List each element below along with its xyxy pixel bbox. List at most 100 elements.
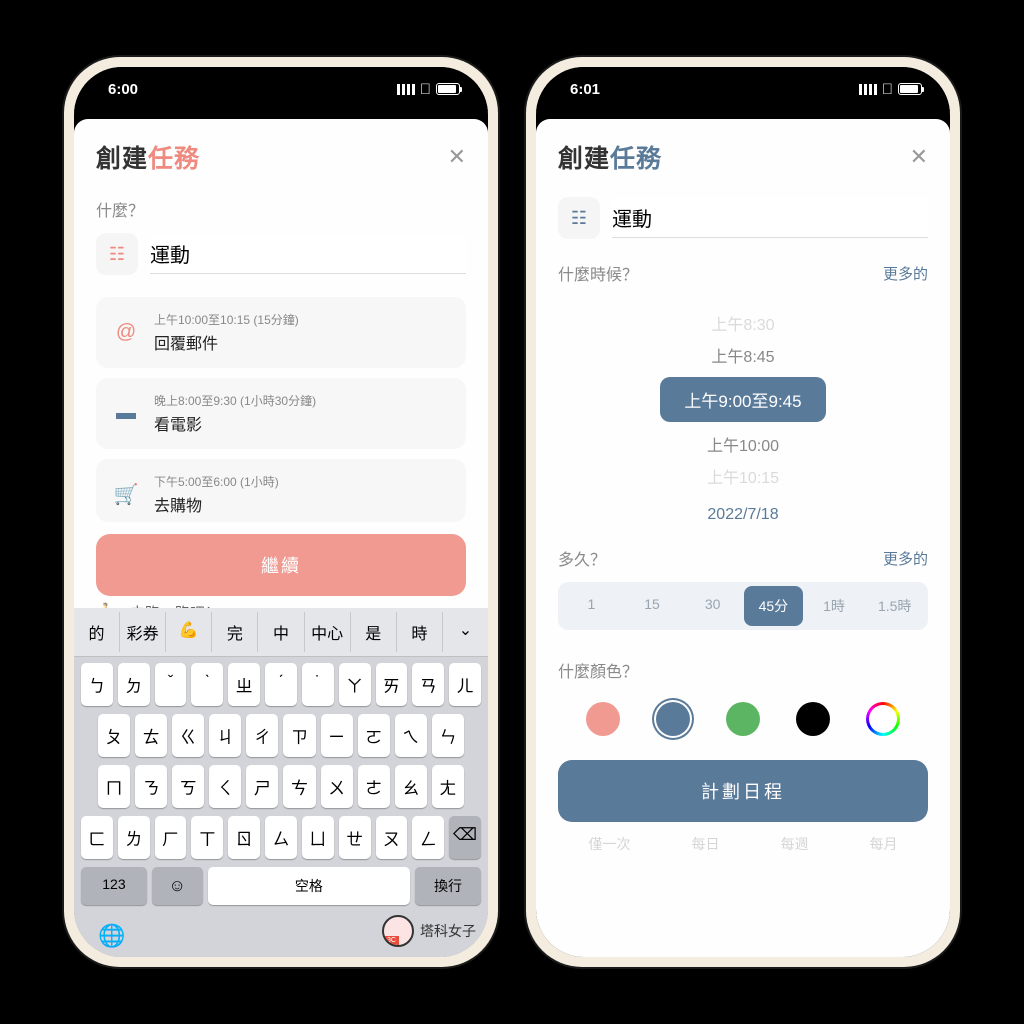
key-123[interactable]: 123 (81, 867, 147, 905)
key[interactable]: ㄌ (118, 816, 150, 859)
task-name-input[interactable] (612, 198, 928, 238)
key[interactable]: ㄚ (339, 663, 371, 706)
key[interactable]: ㄩ (302, 816, 334, 859)
suggestion-item[interactable]: @ 上午10:00至10:15 (15分鐘) 回覆郵件 (96, 297, 466, 368)
key[interactable]: ㄆ (98, 714, 130, 757)
space-key[interactable]: 空格 (208, 867, 411, 905)
signal-icon (859, 84, 877, 95)
continue-button[interactable]: 繼續 (96, 534, 466, 596)
key[interactable]: ㄧ (321, 714, 353, 757)
key[interactable]: ㄎ (172, 765, 204, 808)
key[interactable]: ㄟ (395, 714, 427, 757)
duration-option[interactable]: 1.5時 (865, 586, 924, 626)
kb-suggestion[interactable]: 是 (351, 612, 397, 652)
color-label: 什麼顏色？ (558, 658, 928, 682)
key[interactable]: ㄜ (358, 765, 390, 808)
close-icon[interactable]: ✕ (448, 144, 466, 170)
time-picker[interactable]: 上午8:30 上午8:45 上午9:00至9:45 上午10:00 上午10:1… (558, 297, 928, 528)
key[interactable]: ㄒ (191, 816, 223, 859)
backspace-icon[interactable]: ⌫ (449, 816, 481, 859)
schedule-button[interactable]: 計劃日程 (558, 760, 928, 822)
key[interactable]: ㄉ (118, 663, 150, 706)
key[interactable]: ˋ (191, 663, 223, 706)
task-icon-button[interactable]: ☷ (96, 233, 138, 275)
more-link[interactable]: 更多的 (883, 548, 928, 569)
keyboard[interactable]: 的 彩券 💪 完 中 中心 是 時 ⌄ ㄅ ㄉ ˇ ˋ ㄓ ˊ (74, 608, 488, 957)
color-option-pink[interactable] (586, 702, 620, 736)
duration-option[interactable]: 1 (562, 586, 621, 626)
key[interactable]: ㄇ (98, 765, 130, 808)
key[interactable]: ㄑ (209, 765, 241, 808)
duration-option[interactable]: 15 (623, 586, 682, 626)
color-option-black[interactable] (796, 702, 830, 736)
keyboard-suggestions: 的 彩券 💪 完 中 中心 是 時 ⌄ (74, 608, 488, 657)
date-label[interactable]: 2022/7/18 (558, 506, 928, 524)
duration-picker: 1 15 30 45分 1時 1.5時 (558, 582, 928, 630)
key[interactable]: ㄐ (209, 714, 241, 757)
page-title: 創建任務 (96, 139, 200, 175)
key[interactable]: ㄋ (135, 765, 167, 808)
key[interactable]: ㄍ (172, 714, 204, 757)
key[interactable]: ㄅ (81, 663, 113, 706)
kb-suggestion[interactable]: 時 (397, 612, 443, 652)
key[interactable]: ㄖ (228, 816, 260, 859)
key[interactable]: ˊ (265, 663, 297, 706)
globe-icon[interactable]: 🌐 (98, 923, 125, 949)
key[interactable]: ㄦ (449, 663, 481, 706)
recur-weekly[interactable]: 每週 (781, 834, 809, 854)
recur-once[interactable]: 僅一次 (589, 834, 631, 854)
key[interactable]: ㄞ (376, 663, 408, 706)
key[interactable]: ㄣ (432, 714, 464, 757)
key[interactable]: ㄛ (358, 714, 390, 757)
key[interactable]: ㄝ (339, 816, 371, 859)
key[interactable]: ㄏ (155, 816, 187, 859)
key[interactable]: ㄗ (283, 714, 315, 757)
key[interactable]: ㄤ (432, 765, 464, 808)
key[interactable]: ㄢ (412, 663, 444, 706)
color-option-blue[interactable] (656, 702, 690, 736)
status-icons: 􀙇 (859, 81, 922, 98)
suggestion-item[interactable]: 🛒 下午5:00至6:00 (1小時) 去購物 (96, 459, 466, 522)
kb-suggestion[interactable]: 完 (212, 612, 258, 652)
duration-option-selected[interactable]: 45分 (744, 586, 803, 626)
kb-suggestion[interactable]: 中心 (305, 612, 351, 652)
key[interactable]: ˙ (302, 663, 334, 706)
key[interactable]: ㄠ (395, 765, 427, 808)
return-key[interactable]: 換行 (415, 867, 481, 905)
key[interactable]: ㄥ (412, 816, 444, 859)
create-task-sheet: 創建任務 ✕ ☷ 什麼時候？ 更多的 上午8:30 上午8:45 上午9:00至… (536, 119, 950, 957)
key[interactable]: ㄓ (228, 663, 260, 706)
key[interactable]: ㄡ (376, 816, 408, 859)
key[interactable]: ㄔ (246, 714, 278, 757)
phone-left: 6:00 􀙇 創建任務 ✕ 什麼？ ☷ @ 上午10 (64, 57, 498, 967)
time-selected[interactable]: 上午9:00至9:45 (660, 377, 825, 422)
key[interactable]: ˇ (155, 663, 187, 706)
duration-option[interactable]: 1時 (805, 586, 864, 626)
key[interactable]: ㄙ (265, 816, 297, 859)
task-name-input[interactable] (150, 234, 466, 274)
kb-suggestion[interactable]: 💪 (166, 612, 212, 652)
battery-icon (436, 83, 460, 95)
kb-suggestion[interactable]: 的 (74, 612, 120, 652)
color-option-custom[interactable] (866, 702, 900, 736)
chevron-down-icon[interactable]: ⌄ (443, 612, 488, 652)
emoji-icon[interactable]: ☺ (152, 867, 203, 905)
recur-daily[interactable]: 每日 (692, 834, 720, 854)
duration-option[interactable]: 30 (683, 586, 742, 626)
color-option-green[interactable] (726, 702, 760, 736)
suggestion-item[interactable]: ▬ 晚上8:00至9:30 (1小時30分鐘) 看電影 (96, 378, 466, 449)
key[interactable]: ㄕ (246, 765, 278, 808)
recur-monthly[interactable]: 每月 (870, 834, 898, 854)
key[interactable]: ㄈ (81, 816, 113, 859)
wifi-icon: 􀙇 (420, 81, 431, 98)
key[interactable]: ㄊ (135, 714, 167, 757)
wifi-icon: 􀙇 (882, 81, 893, 98)
key[interactable]: ㄨ (321, 765, 353, 808)
kb-suggestion[interactable]: 彩券 (120, 612, 166, 652)
task-icon-button[interactable]: ☷ (558, 197, 600, 239)
key[interactable]: ㄘ (283, 765, 315, 808)
kb-suggestion[interactable]: 中 (258, 612, 304, 652)
close-icon[interactable]: ✕ (910, 144, 928, 170)
cart-icon: 🛒 (112, 482, 140, 507)
more-link[interactable]: 更多的 (883, 263, 928, 284)
